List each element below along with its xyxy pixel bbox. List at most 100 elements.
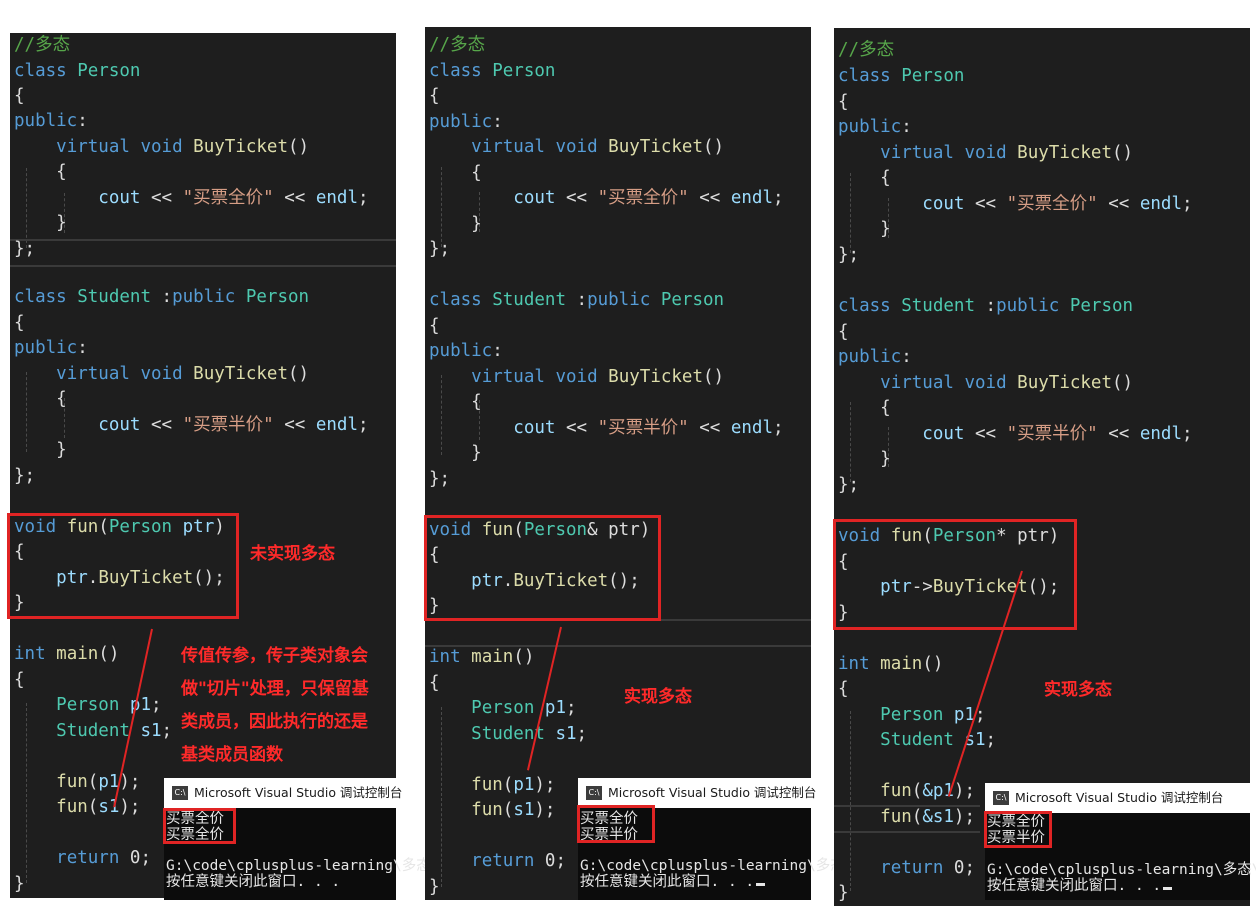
keyword: public	[429, 112, 493, 132]
code-line: return 0;	[56, 848, 152, 868]
code-line: return 0;	[471, 851, 567, 871]
identifier: s1	[140, 721, 162, 741]
annotation-note: 传值传参，传子类对象会 做"切片"处理，只保留基 类成员，因此执行的还是 基类成…	[181, 640, 401, 772]
code-line: virtual void BuyTicket()	[880, 143, 1134, 163]
console-path: G:\code\cplusplus-learning\多态	[580, 858, 845, 874]
code-line: virtual void BuyTicket()	[471, 137, 725, 157]
console-title-bar[interactable]: C:\ Microsoft Visual Studio 调试控制台	[164, 778, 402, 808]
comment: //多态	[429, 35, 486, 55]
code-line: }	[838, 219, 891, 239]
code-line: virtual void BuyTicket()	[880, 373, 1134, 393]
identifier: s1	[513, 800, 535, 820]
string-literal: "买票半价"	[1006, 424, 1098, 444]
code-line: class Student :public Person	[429, 290, 725, 310]
identifier: endl	[315, 415, 358, 435]
output-highlight-box	[577, 805, 655, 843]
code-line: {	[429, 392, 482, 412]
visual-studio-icon: C:\	[993, 791, 1009, 805]
identifier: cout	[513, 188, 556, 208]
code-line: Student s1;	[471, 724, 588, 744]
code-line: }	[14, 213, 67, 233]
keyword: return	[471, 851, 535, 871]
annotation-note: 实现多态	[624, 687, 692, 707]
function-name: main	[56, 644, 99, 664]
code-line: {	[14, 389, 67, 409]
code-line: {	[14, 162, 67, 182]
code-line: {	[14, 313, 25, 333]
keyword: int	[429, 647, 461, 667]
function-name: fun	[471, 775, 503, 795]
console-prompt: 按任意键关闭此窗口. . .	[987, 878, 1173, 894]
code-line: fun(s1);	[471, 800, 556, 820]
code-line: class Student :public Person	[14, 287, 310, 307]
code-line: public:	[429, 112, 503, 132]
comment: //多态	[14, 35, 71, 55]
identifier: endl	[1139, 194, 1182, 214]
identifier: p1	[513, 775, 535, 795]
keyword: public	[429, 341, 493, 361]
identifier: endl	[315, 188, 358, 208]
identifier: p1	[544, 698, 566, 718]
code-line: return 0;	[880, 858, 976, 878]
code-line: class Person	[838, 64, 964, 89]
function-name: BuyTicket	[608, 367, 703, 387]
keyword: void	[555, 367, 598, 387]
code-line: virtual void BuyTicket()	[56, 137, 310, 157]
code-line: fun(p1);	[471, 775, 556, 795]
type-name: Person	[471, 698, 535, 718]
keyword: virtual	[56, 137, 130, 157]
function-name: fun	[880, 807, 912, 827]
function-name: fun	[56, 797, 88, 817]
console-path: G:\code\cplusplus-learning\多态\x	[987, 862, 1256, 878]
annotation-label: 未实现多态	[250, 544, 335, 564]
type-name: Person	[492, 61, 556, 81]
function-name: BuyTicket	[608, 137, 703, 157]
code-line: class Person	[429, 59, 555, 84]
type-name: Student	[901, 296, 975, 316]
code-line: cout << "买票半价" << endl;	[98, 415, 369, 435]
code-line: public:	[838, 117, 912, 137]
identifier: cout	[98, 188, 141, 208]
keyword: public	[838, 117, 902, 137]
identifier: cout	[922, 424, 965, 444]
number-literal: 0	[544, 851, 556, 871]
code-line: };	[838, 475, 860, 495]
console-prompt-text: 按任意键关闭此窗口. . .	[987, 878, 1162, 894]
identifier: cout	[513, 418, 556, 438]
code-line: };	[14, 239, 36, 259]
console-title-bar[interactable]: C:\ Microsoft Visual Studio 调试控制台	[985, 783, 1250, 813]
code-line: }	[14, 874, 25, 894]
keyword: virtual	[56, 364, 130, 384]
code-line: };	[14, 466, 36, 486]
annotation-box	[7, 513, 239, 619]
current-line-highlight	[10, 239, 396, 267]
code-line: {	[429, 163, 482, 183]
string-literal: "买票全价"	[597, 188, 689, 208]
type-name: Student	[77, 287, 151, 307]
type-name: Person	[901, 66, 965, 86]
keyword: void	[140, 364, 183, 384]
type-name: Student	[492, 290, 566, 310]
function-name: fun	[471, 800, 503, 820]
keyword: class	[429, 290, 482, 310]
type-name: Person	[56, 695, 120, 715]
keyword: return	[56, 848, 120, 868]
code-line: fun(s1);	[56, 797, 141, 817]
code-line: //多态	[14, 33, 70, 58]
identifier: endl	[730, 418, 773, 438]
identifier: &s1	[922, 807, 954, 827]
code-line: }	[429, 214, 482, 234]
string-literal: "买票半价"	[597, 418, 689, 438]
annotation-note-line: 传值传参，传子类对象会	[181, 646, 368, 666]
code-line: cout << "买票全价" << endl;	[513, 188, 784, 208]
type-name: Person	[1069, 296, 1134, 316]
code-line: public:	[429, 341, 503, 361]
code-line: {	[429, 673, 440, 693]
code-line: {	[14, 670, 25, 690]
annotation-box	[424, 515, 661, 621]
code-panel-3: //多态 class Person { public: virtual void…	[834, 28, 1250, 906]
keyword: void	[964, 373, 1007, 393]
code-line: virtual void BuyTicket()	[56, 364, 310, 384]
output-highlight-box	[163, 808, 236, 844]
console-title-bar[interactable]: C:\ Microsoft Visual Studio 调试控制台	[578, 778, 816, 808]
